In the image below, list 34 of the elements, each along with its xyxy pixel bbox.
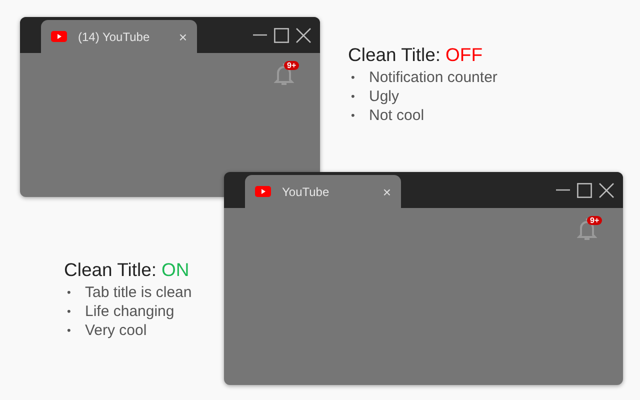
minimize-icon[interactable] (253, 34, 267, 36)
list-item-text: Life changing (85, 303, 174, 320)
maximize-icon[interactable] (577, 182, 592, 198)
list-item-text: Notification counter (369, 69, 498, 86)
state-value: ON (162, 259, 190, 281)
close-icon[interactable] (296, 28, 311, 42)
play-logo-icon (255, 186, 271, 197)
caption-label: Clean Title: (64, 259, 157, 281)
bell-icon[interactable] (274, 62, 294, 86)
caption-label: Clean Title: (348, 44, 441, 66)
bullet: • (350, 110, 356, 122)
tab-title: YouTube (282, 184, 330, 198)
notification-badge: 9+ (587, 216, 602, 225)
maximize-icon[interactable] (274, 28, 289, 42)
browser-tab[interactable]: YouTube × (245, 175, 401, 208)
bell-icon[interactable] (577, 217, 597, 241)
list-item-text: Not cool (369, 107, 424, 124)
bullet: • (350, 90, 356, 102)
state-value: OFF (446, 44, 483, 66)
minimize-icon[interactable] (556, 189, 570, 191)
play-logo-icon (51, 31, 67, 42)
close-tab-button[interactable]: × (382, 184, 391, 198)
bullet: • (66, 286, 72, 298)
bullet: • (66, 324, 72, 336)
list-item-text: Ugly (369, 88, 400, 105)
tab-title: (14) YouTube (78, 30, 151, 44)
browser-tab[interactable]: (14) YouTube × (41, 20, 197, 53)
close-icon[interactable] (599, 182, 614, 198)
notification-badge: 9+ (284, 61, 300, 70)
close-tab-button[interactable]: × (178, 30, 187, 44)
bullet: • (66, 306, 72, 318)
bullet: • (350, 72, 356, 84)
list-item-text: Very cool (85, 322, 147, 339)
list-item-text: Tab title is clean (85, 284, 192, 301)
